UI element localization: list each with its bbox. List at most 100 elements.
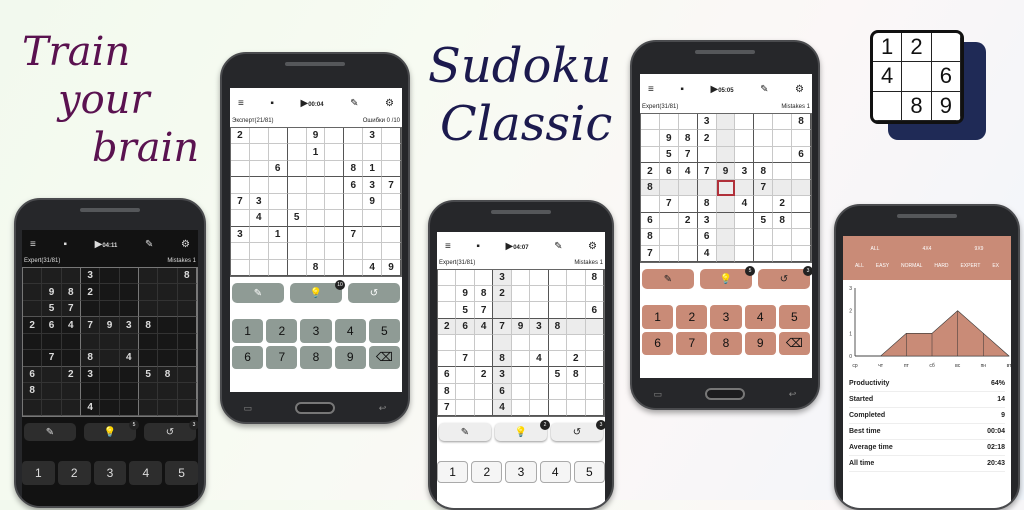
grid-cell[interactable]: 8 bbox=[697, 196, 717, 213]
grid-cell[interactable]: 5 bbox=[287, 210, 307, 227]
level-tab-normal[interactable]: NORMAL bbox=[901, 263, 922, 269]
grid-cell[interactable] bbox=[511, 383, 531, 400]
gear-icon[interactable]: ⚙ bbox=[588, 241, 597, 252]
grid-cell[interactable] bbox=[567, 318, 586, 335]
grid-cell[interactable]: 3 bbox=[81, 366, 101, 384]
brush-icon[interactable]: ✎ bbox=[760, 84, 768, 95]
grid-cell[interactable] bbox=[773, 130, 793, 147]
pencil-button[interactable]: ✎ bbox=[439, 423, 491, 441]
menu-icon[interactable]: ≡ bbox=[30, 239, 36, 250]
grid-cell[interactable]: 3 bbox=[363, 128, 383, 145]
grid-cell[interactable] bbox=[735, 212, 755, 230]
grid-cell[interactable]: 7 bbox=[42, 350, 62, 367]
brush-icon[interactable]: ✎ bbox=[350, 98, 358, 109]
grid-cell[interactable]: 8 bbox=[158, 366, 178, 384]
grid-cell[interactable] bbox=[325, 193, 345, 211]
grid-cell[interactable] bbox=[697, 179, 717, 197]
grid-cell[interactable] bbox=[81, 333, 101, 351]
hint-button[interactable]: 💡 5 bbox=[700, 266, 755, 289]
grid-cell[interactable] bbox=[530, 399, 549, 416]
grid-cell[interactable] bbox=[585, 399, 604, 416]
grid-cell[interactable] bbox=[158, 350, 178, 367]
gear-icon[interactable]: ⚙ bbox=[385, 98, 394, 109]
grid-cell[interactable] bbox=[268, 193, 288, 211]
key-4[interactable]: 4 bbox=[334, 319, 366, 343]
grid-cell[interactable]: 2 bbox=[773, 196, 793, 213]
grid-cell[interactable]: 8 bbox=[585, 270, 604, 287]
grid-cell[interactable] bbox=[716, 130, 736, 147]
grid-cell[interactable]: 8 bbox=[678, 130, 698, 147]
grid-cell[interactable] bbox=[792, 196, 811, 213]
grid-cell[interactable] bbox=[177, 284, 197, 301]
pencil-button[interactable]: ✎ bbox=[642, 269, 694, 289]
grid-cell[interactable] bbox=[158, 268, 178, 285]
grid-cell[interactable]: 6 bbox=[641, 212, 660, 230]
grid-cell[interactable] bbox=[548, 302, 568, 319]
grid-cell[interactable]: 9 bbox=[382, 259, 401, 276]
grid-cell[interactable] bbox=[641, 114, 660, 131]
grid-cell[interactable] bbox=[716, 245, 736, 262]
key-⌫[interactable]: ⌫ bbox=[368, 345, 400, 369]
gear-icon[interactable]: ⚙ bbox=[795, 84, 804, 95]
grid-cell[interactable] bbox=[585, 367, 604, 384]
grid-cell[interactable]: 2 bbox=[474, 367, 494, 384]
grid-cell[interactable] bbox=[177, 366, 197, 384]
grid-cell[interactable] bbox=[530, 270, 549, 287]
grid-cell[interactable] bbox=[511, 270, 531, 287]
pencil-button[interactable]: ✎ bbox=[232, 283, 284, 303]
grid-cell[interactable] bbox=[438, 351, 457, 368]
grid-cell[interactable]: 6 bbox=[23, 366, 43, 384]
grid-cell[interactable]: 5 bbox=[659, 146, 679, 164]
key-7[interactable]: 7 bbox=[266, 345, 298, 369]
grid-cell[interactable] bbox=[456, 399, 475, 416]
grid-cell[interactable]: 7 bbox=[641, 245, 660, 262]
key-8[interactable]: 8 bbox=[710, 331, 742, 355]
grid-cell[interactable] bbox=[249, 144, 269, 161]
grid-cell[interactable] bbox=[287, 193, 307, 211]
grid-cell[interactable]: 7 bbox=[231, 193, 250, 211]
grid-cell[interactable] bbox=[61, 383, 81, 400]
grid-cell[interactable]: 4 bbox=[493, 399, 512, 416]
grid-cell[interactable]: 3 bbox=[119, 317, 139, 334]
grid-cell[interactable]: 7 bbox=[382, 177, 401, 194]
grid-cell[interactable] bbox=[716, 146, 736, 164]
key-3[interactable]: 3 bbox=[300, 319, 332, 343]
grid-cell[interactable] bbox=[287, 160, 307, 178]
level-tab-ex[interactable]: EX bbox=[992, 263, 999, 269]
grid-cell[interactable]: 9 bbox=[42, 284, 62, 301]
grid-cell[interactable]: 4 bbox=[735, 196, 755, 213]
key-6[interactable]: 6 bbox=[642, 331, 674, 355]
grid-cell[interactable] bbox=[231, 243, 250, 260]
grid-cell[interactable] bbox=[42, 366, 62, 384]
home-button[interactable] bbox=[295, 402, 336, 414]
grid-cell[interactable]: 7 bbox=[754, 179, 774, 197]
grid-cell[interactable] bbox=[139, 333, 159, 351]
grid-cell[interactable] bbox=[100, 284, 120, 301]
key-2[interactable]: 2 bbox=[471, 461, 503, 483]
grid-cell[interactable] bbox=[735, 114, 755, 131]
grid-cell[interactable] bbox=[42, 399, 62, 416]
grid-cell[interactable]: 3 bbox=[231, 226, 250, 244]
grid-cell[interactable] bbox=[567, 270, 586, 287]
menu-icon[interactable]: ≡ bbox=[648, 84, 654, 95]
grid-cell[interactable] bbox=[61, 268, 81, 285]
grid-cell[interactable]: 3 bbox=[697, 212, 717, 230]
grid-cell[interactable] bbox=[716, 114, 736, 131]
grid-cell[interactable] bbox=[659, 179, 679, 197]
grid-cell[interactable] bbox=[287, 144, 307, 161]
grid-cell[interactable] bbox=[306, 160, 326, 178]
grid-cell[interactable] bbox=[678, 114, 698, 131]
grid-cell[interactable]: 9 bbox=[511, 318, 531, 335]
grid-cell[interactable]: 2 bbox=[231, 128, 250, 145]
grid-cell[interactable] bbox=[158, 300, 178, 318]
level-tab-expert[interactable]: EXPERT bbox=[960, 263, 980, 269]
key-7[interactable]: 7 bbox=[676, 331, 708, 355]
grid-cell[interactable] bbox=[306, 210, 326, 227]
grid-cell[interactable]: 8 bbox=[754, 163, 774, 180]
grid-cell[interactable]: 6 bbox=[585, 302, 604, 319]
grid-cell[interactable]: 5 bbox=[456, 302, 475, 319]
grid-cell[interactable]: 2 bbox=[81, 284, 101, 301]
play-icon[interactable]: ▶04:07 bbox=[505, 241, 528, 252]
grid-cell[interactable] bbox=[287, 128, 307, 145]
grid-cell[interactable] bbox=[325, 259, 345, 276]
